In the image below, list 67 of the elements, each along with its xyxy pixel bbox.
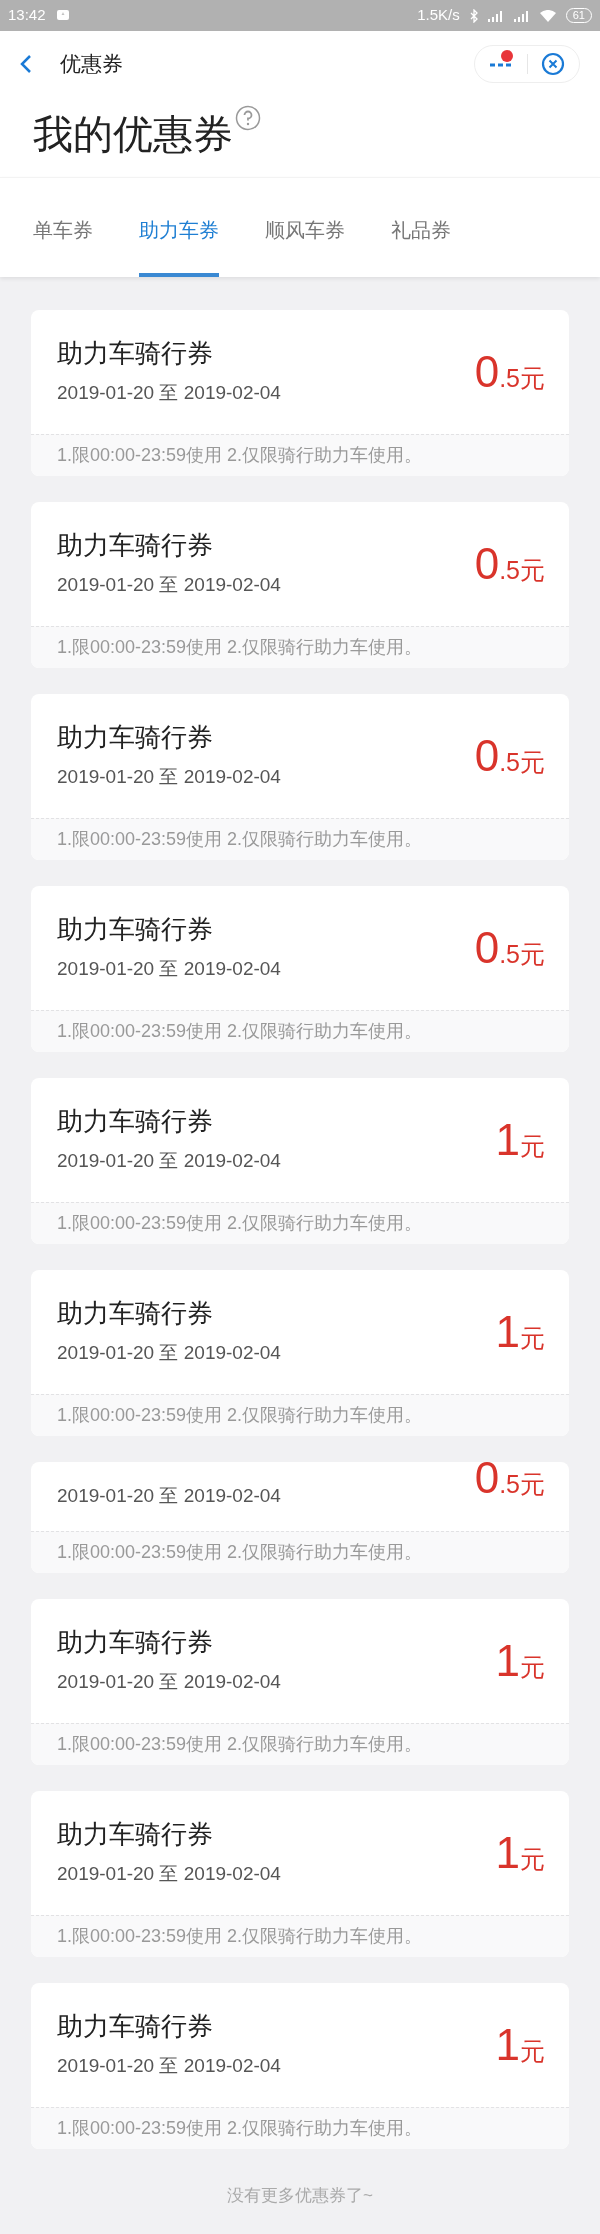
coupon-amount: 0.5元 <box>474 542 545 586</box>
coupon-title: 助力车骑行券 <box>57 1296 214 1329</box>
coupon-amount: 1元 <box>495 1118 545 1162</box>
coupon-card[interactable]: 助力车骑行券 2019-01-20 至 2019-02-04 1元 1.限00:00-23:59使用 2.仅限骑行助力车使用。 <box>31 1599 569 1765</box>
coupon-dates: 2019-01-20 至 2019-02-04 <box>57 957 281 981</box>
page-title: 我的优惠券 <box>33 111 233 158</box>
coupon-card[interactable]: 助力车骑行券 2019-01-20 至 2019-02-04 0.5元 1.限00:00-23:59使用 2.仅限骑行助力车使用。 <box>31 886 569 1052</box>
more-icon <box>489 61 513 67</box>
coupon-rules: 1.限00:00-23:59使用 2.仅限骑行助力车使用。 <box>57 636 423 659</box>
coupon-card[interactable]: 助力车骑行券 2019-01-20 至 2019-02-04 0.5元 1.限00:00-23:59使用 2.仅限骑行助力车使用。 <box>31 502 569 668</box>
coupon-title: 助力车骑行券 <box>57 2009 214 2042</box>
coupon-amount: 0.5元 <box>474 1462 545 1500</box>
coupon-rules: 1.限00:00-23:59使用 2.仅限骑行助力车使用。 <box>57 1925 423 1948</box>
coupon-rules: 1.限00:00-23:59使用 2.仅限骑行助力车使用。 <box>57 444 423 467</box>
tab[interactable]: 单车券 <box>33 178 93 277</box>
coupon-amount: 0.5元 <box>474 926 545 970</box>
coupon-title: 助力车骑行券 <box>57 1817 214 1850</box>
coupon-amount: 0.5元 <box>474 734 545 778</box>
coupon-rules: 1.限00:00-23:59使用 2.仅限骑行助力车使用。 <box>57 1541 423 1564</box>
coupon-card[interactable]: 助力车骑行券 2019-01-20 至 2019-02-04 0.5元 1.限00:00-23:59使用 2.仅限骑行助力车使用。 <box>31 310 569 476</box>
help-icon[interactable] <box>235 105 261 131</box>
coupon-amount: 0.5元 <box>474 350 545 394</box>
coupon-dates: 2019-01-20 至 2019-02-04 <box>57 1862 281 1886</box>
coupon-card[interactable]: 助力车骑行券 2019-01-20 至 2019-02-04 1元 1.限00:00-23:59使用 2.仅限骑行助力车使用。 <box>31 1270 569 1436</box>
coupon-dates: 2019-01-20 至 2019-02-04 <box>57 1341 281 1365</box>
coupon-card[interactable]: 助力车骑行券 2019-01-20 至 2019-02-04 0.5元 1.限00:00-23:59使用 2.仅限骑行助力车使用。 <box>31 694 569 860</box>
close-icon <box>541 52 566 76</box>
back-icon[interactable] <box>20 54 32 74</box>
coupon-dates: 2019-01-20 至 2019-02-04 <box>57 1484 281 1509</box>
coupon-amount: 1元 <box>495 2023 545 2067</box>
notification-icon <box>55 8 70 23</box>
coupon-dates: 2019-01-20 至 2019-02-04 <box>57 573 281 597</box>
tab[interactable]: 礼品券 <box>391 178 451 277</box>
header-title: 优惠券 <box>60 51 123 78</box>
coupon-card[interactable]: 2019-01-20 至 2019-02-04 0.5元 1.限00:00-23:59使用 2.仅限骑行助力车使用。 <box>31 1462 569 1573</box>
coupon-amount: 1元 <box>495 1831 545 1875</box>
coupon-card[interactable]: 助力车骑行券 2019-01-20 至 2019-02-04 1元 1.限00:00-23:59使用 2.仅限骑行助力车使用。 <box>31 1791 569 1957</box>
coupon-amount: 1元 <box>495 1310 545 1354</box>
coupon-dates: 2019-01-20 至 2019-02-04 <box>57 1149 281 1173</box>
signal-icon <box>513 9 530 22</box>
coupon-card[interactable]: 助力车骑行券 2019-01-20 至 2019-02-04 1元 1.限00:00-23:59使用 2.仅限骑行助力车使用。 <box>31 1983 569 2149</box>
coupon-title: 助力车骑行券 <box>57 912 214 945</box>
status-time: 13:42 <box>8 5 46 26</box>
coupon-title: 助力车骑行券 <box>57 528 214 561</box>
coupon-rules: 1.限00:00-23:59使用 2.仅限骑行助力车使用。 <box>57 1020 423 1043</box>
coupon-title: 助力车骑行券 <box>57 720 214 753</box>
coupon-dates: 2019-01-20 至 2019-02-04 <box>57 381 281 405</box>
coupon-amount: 1元 <box>495 1639 545 1683</box>
end-of-list-text: 没有更多优惠券了~ <box>226 2185 374 2207</box>
coupon-title: 助力车骑行券 <box>57 1104 214 1137</box>
coupon-dates: 2019-01-20 至 2019-02-04 <box>57 1670 281 1694</box>
coupon-rules: 1.限00:00-23:59使用 2.仅限骑行助力车使用。 <box>57 828 423 851</box>
network-speed: 1.5K/s <box>417 5 460 26</box>
tab[interactable]: 顺风车券 <box>265 178 345 277</box>
signal-icon <box>487 9 504 22</box>
coupon-rules: 1.限00:00-23:59使用 2.仅限骑行助力车使用。 <box>57 1212 423 1235</box>
tab[interactable]: 助力车券 <box>139 178 219 277</box>
coupon-dates: 2019-01-20 至 2019-02-04 <box>57 2054 281 2078</box>
coupon-title: 助力车骑行券 <box>57 1625 214 1658</box>
bluetooth-icon <box>469 8 478 23</box>
coupon-dates: 2019-01-20 至 2019-02-04 <box>57 765 281 789</box>
coupon-title: 助力车骑行券 <box>57 336 214 369</box>
coupon-rules: 1.限00:00-23:59使用 2.仅限骑行助力车使用。 <box>57 1733 423 1756</box>
coupon-rules: 1.限00:00-23:59使用 2.仅限骑行助力车使用。 <box>57 1404 423 1427</box>
coupon-card[interactable]: 助力车骑行券 2019-01-20 至 2019-02-04 1元 1.限00:00-23:59使用 2.仅限骑行助力车使用。 <box>31 1078 569 1244</box>
coupon-rules: 1.限00:00-23:59使用 2.仅限骑行助力车使用。 <box>57 2117 423 2140</box>
wifi-icon <box>539 9 556 22</box>
